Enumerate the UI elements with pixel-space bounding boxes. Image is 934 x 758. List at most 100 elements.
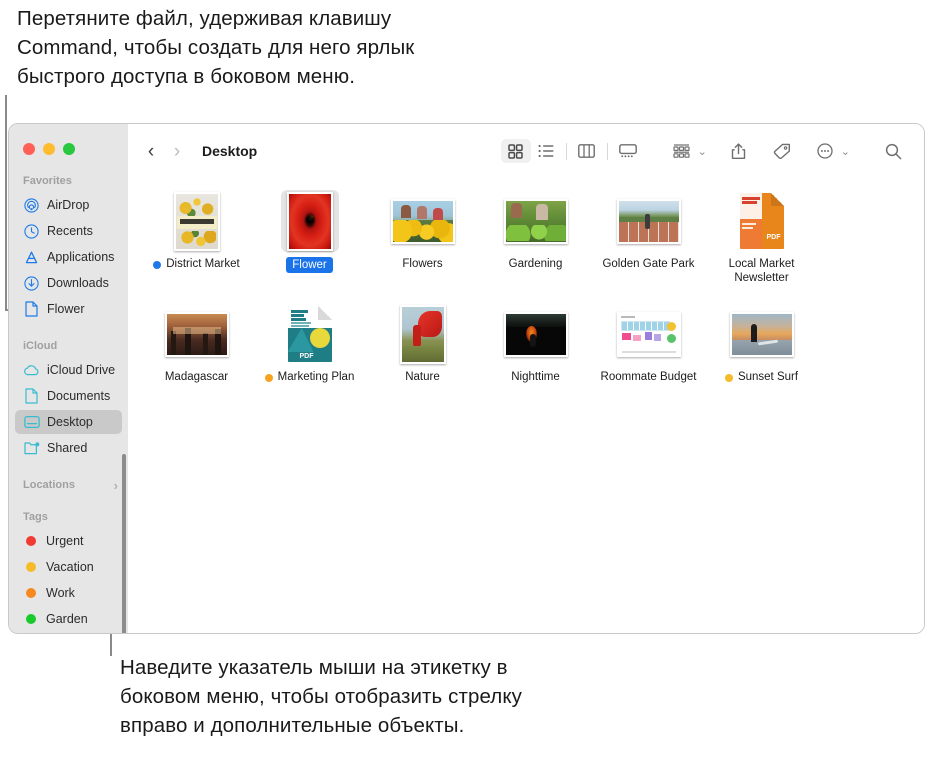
file-item[interactable]: Nature [366, 303, 479, 384]
group-by-chevron-down-icon[interactable]: ⌄ [698, 145, 707, 158]
sidebar-item-flower[interactable]: Flower [15, 297, 122, 321]
file-thumbnail-container[interactable] [611, 303, 687, 365]
file-grid: District Market Flower Flowers Gardening… [128, 178, 924, 633]
file-thumbnail-container[interactable] [498, 190, 574, 252]
file-item[interactable]: District Market [140, 190, 253, 285]
file-label[interactable]: Sunset Surf [738, 370, 798, 384]
sidebar-section-header-icloud: iCloud [9, 339, 128, 353]
sidebar-item-airdrop[interactable]: AirDrop [15, 193, 122, 217]
sidebar-item-label: Flower [47, 302, 85, 316]
toolbar: ‹ › Desktop ⌄ ⌄ [128, 124, 924, 178]
file-item[interactable]: PDF Local Market Newsletter [705, 190, 818, 285]
callout-line-top-vertical [5, 95, 7, 311]
file-label-row: Golden Gate Park [602, 257, 694, 271]
forward-button[interactable]: › [164, 142, 190, 161]
file-label[interactable]: District Market [166, 257, 239, 271]
file-thumbnail-container[interactable] [498, 303, 574, 365]
file-thumbnail-container[interactable] [385, 190, 461, 252]
sidebar-item-vacation[interactable]: Vacation [15, 555, 122, 579]
sidebar-scrollbar[interactable] [122, 454, 126, 633]
sidebar-item-shared[interactable]: Shared [15, 436, 122, 460]
file-label[interactable]: Madagascar [165, 370, 228, 384]
list-view-icon[interactable] [531, 139, 561, 163]
file-item[interactable]: Golden Gate Park [592, 190, 705, 285]
finder-window: Favorites AirDrop Recents Applications Downl… [8, 123, 925, 634]
sidebar-item-downloads[interactable]: Downloads [15, 271, 122, 295]
tag-icon[interactable] [767, 139, 797, 163]
close-button[interactable] [23, 143, 35, 155]
minimize-button[interactable] [43, 143, 55, 155]
file-thumbnail-container[interactable]: PDF [282, 303, 338, 365]
sidebar-section-title: Favorites [23, 175, 72, 187]
sidebar-item-urgent[interactable]: Urgent [15, 529, 122, 553]
sidebar-item-desktop[interactable]: Desktop [15, 410, 122, 434]
document-icon [23, 301, 40, 317]
file-tag-dot [724, 374, 733, 382]
file-label[interactable]: Nighttime [511, 370, 560, 384]
sidebar-item-label: iCloud Drive [47, 363, 116, 377]
sidebar-item-label: Downloads [47, 276, 109, 290]
more-actions-chevron-down-icon[interactable]: ⌄ [841, 145, 850, 158]
file-label-row: Nature [405, 370, 440, 384]
share-icon[interactable] [724, 139, 754, 163]
sidebar-item-label: Shared [47, 441, 88, 455]
group-by-icon[interactable] [667, 139, 697, 163]
file-thumbnail-container[interactable] [159, 303, 235, 365]
file-item[interactable]: Flower [253, 190, 366, 285]
sidebar-item-label: Desktop [47, 415, 93, 429]
pdf-newsletter: PDF [739, 193, 784, 249]
file-thumbnail-container[interactable] [724, 303, 800, 365]
file-thumbnail-container[interactable] [394, 303, 452, 365]
gallery-view-icon[interactable] [613, 139, 643, 163]
sidebar-section-header-locations: Locations › [9, 478, 128, 492]
sidebar-item-applications[interactable]: Applications [15, 245, 122, 269]
shared-folder-icon [23, 440, 40, 456]
more-actions-icon[interactable] [810, 139, 840, 163]
tag-color-dot [26, 536, 36, 546]
file-label[interactable]: Marketing Plan [278, 370, 355, 384]
file-label-row: Madagascar [165, 370, 228, 384]
file-item[interactable]: Sunset Surf [705, 303, 818, 384]
file-thumbnail-container[interactable]: PDF [734, 190, 790, 252]
icon-view-icon[interactable] [500, 139, 531, 163]
file-item[interactable]: Nighttime [479, 303, 592, 384]
main-pane: ‹ › Desktop ⌄ ⌄ District Market Flower F… [128, 124, 924, 633]
sunset-surf-photo [729, 311, 794, 357]
annotation-top-text: Перетяните файл, удерживая клавишу Comma… [17, 7, 415, 88]
file-item[interactable]: Madagascar [140, 303, 253, 384]
sidebar-item-work[interactable]: Work [15, 581, 122, 605]
file-label[interactable]: Local Market Newsletter [707, 257, 817, 285]
file-item[interactable]: Roommate Budget [592, 303, 705, 384]
search-icon[interactable] [878, 139, 908, 163]
file-label-row: Local Market Newsletter [707, 257, 817, 285]
red-fabric-field-photo [399, 304, 446, 364]
nighttime-photo [503, 311, 568, 357]
file-tag-dot [153, 261, 162, 269]
back-button[interactable]: ‹ [138, 142, 164, 161]
file-thumbnail-container[interactable] [168, 190, 226, 252]
chevron-right-icon[interactable]: › [114, 479, 118, 492]
sidebar-item-recents[interactable]: Recents [15, 219, 122, 243]
file-label[interactable]: Nature [405, 370, 440, 384]
file-item[interactable]: PDF Marketing Plan [253, 303, 366, 384]
sidebar-item-garden[interactable]: Garden [15, 607, 122, 631]
spreadsheet-doc [616, 311, 681, 357]
document-icon [23, 388, 40, 404]
maximize-button[interactable] [63, 143, 75, 155]
sidebar-section-header-tags: Tags [9, 510, 128, 524]
file-label[interactable]: Flowers [402, 257, 442, 271]
file-label[interactable]: Golden Gate Park [602, 257, 694, 271]
file-item[interactable]: Gardening [479, 190, 592, 285]
file-item[interactable]: Flowers [366, 190, 479, 285]
sidebar-item-documents[interactable]: Documents [15, 384, 122, 408]
sidebar-section-title: iCloud [23, 340, 58, 352]
file-thumbnail-container[interactable] [611, 190, 687, 252]
file-thumbnail-container[interactable] [280, 190, 339, 252]
tag-color-dot [26, 614, 36, 624]
file-label[interactable]: Flower [286, 257, 333, 273]
column-view-icon[interactable] [572, 139, 602, 163]
file-label[interactable]: Gardening [509, 257, 563, 271]
sidebar-section-title: Locations [23, 479, 75, 491]
file-label[interactable]: Roommate Budget [601, 370, 697, 384]
sidebar-item-icloud-drive[interactable]: iCloud Drive [15, 358, 122, 382]
